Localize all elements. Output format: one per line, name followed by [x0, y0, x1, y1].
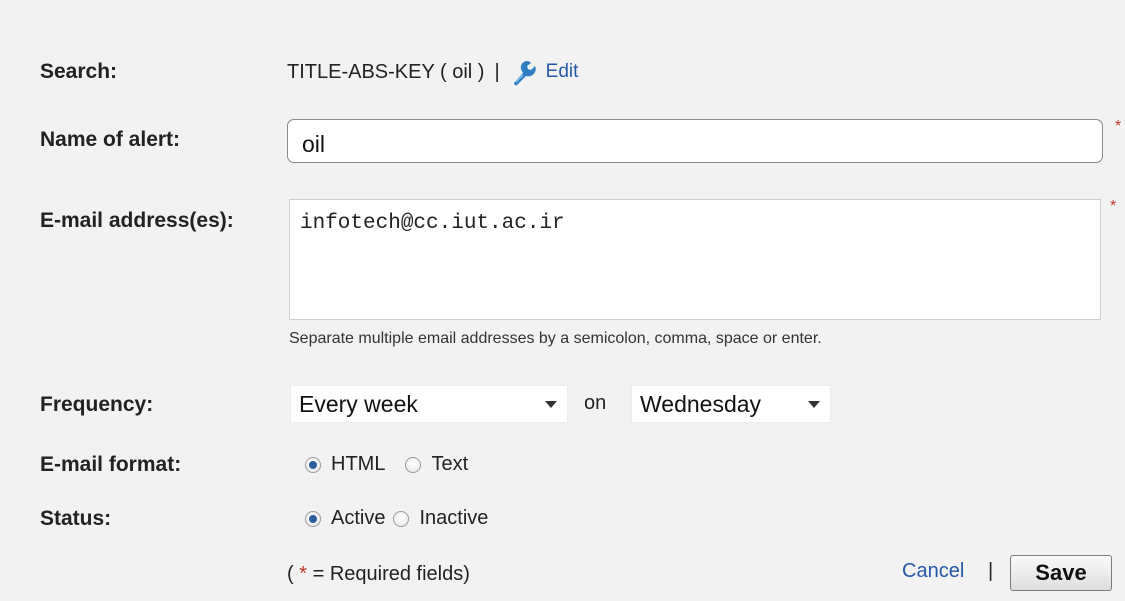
status-label: Status: — [40, 507, 112, 530]
email-address-textarea[interactable]: infotech@cc.iut.ac.ir — [289, 199, 1101, 320]
frequency-select[interactable]: Every week — [290, 385, 568, 423]
format-html-radio[interactable] — [305, 456, 321, 473]
search-label: Search: — [40, 60, 118, 83]
email-format-label: E-mail format: — [40, 453, 182, 476]
name-required-marker: * — [1115, 118, 1122, 135]
create-alert-form: Search: TITLE-ABS-KEY ( oil ) | Edit Nam… — [0, 0, 1125, 601]
status-inactive-label[interactable]: Inactive — [419, 507, 488, 530]
chevron-down-icon — [808, 401, 820, 408]
footer-separator: | — [988, 560, 994, 582]
required-note-star: * — [299, 563, 308, 585]
required-fields-note: ( * = Required fields) — [287, 563, 470, 586]
search-query-row: TITLE-ABS-KEY ( oil ) | Edit — [287, 55, 578, 89]
email-address-label: E-mail address(es): — [40, 209, 234, 232]
save-button[interactable]: Save — [1010, 555, 1112, 591]
frequency-selected-value: Every week — [299, 390, 418, 417]
day-select[interactable]: Wednesday — [631, 385, 831, 423]
status-active-label[interactable]: Active — [331, 507, 385, 530]
required-note-open: ( — [287, 563, 294, 585]
cancel-link[interactable]: Cancel — [902, 560, 964, 583]
status-active-radio[interactable] — [305, 510, 321, 527]
format-text-label[interactable]: Text — [431, 453, 468, 476]
email-required-marker: * — [1110, 198, 1117, 215]
alert-name-input[interactable] — [287, 119, 1103, 163]
frequency-label: Frequency: — [40, 393, 154, 416]
edit-wrench-icon[interactable] — [508, 56, 540, 88]
email-hint-text: Separate multiple email addresses by a s… — [289, 330, 822, 347]
search-query-text: TITLE-ABS-KEY ( oil ) — [287, 60, 485, 83]
email-format-radio-group: HTML Text — [305, 453, 488, 476]
frequency-on-text: on — [584, 392, 607, 414]
name-of-alert-label: Name of alert: — [40, 128, 181, 151]
edit-search-link[interactable]: Edit — [546, 61, 579, 83]
format-text-radio[interactable] — [405, 456, 422, 473]
required-note-text: = Required fields) — [312, 563, 470, 585]
status-radio-group: Active Inactive — [305, 507, 508, 530]
format-html-label[interactable]: HTML — [331, 453, 385, 476]
chevron-down-icon — [545, 401, 557, 408]
day-selected-value: Wednesday — [640, 390, 762, 417]
status-inactive-radio[interactable] — [393, 510, 410, 527]
search-separator: | — [494, 60, 500, 83]
